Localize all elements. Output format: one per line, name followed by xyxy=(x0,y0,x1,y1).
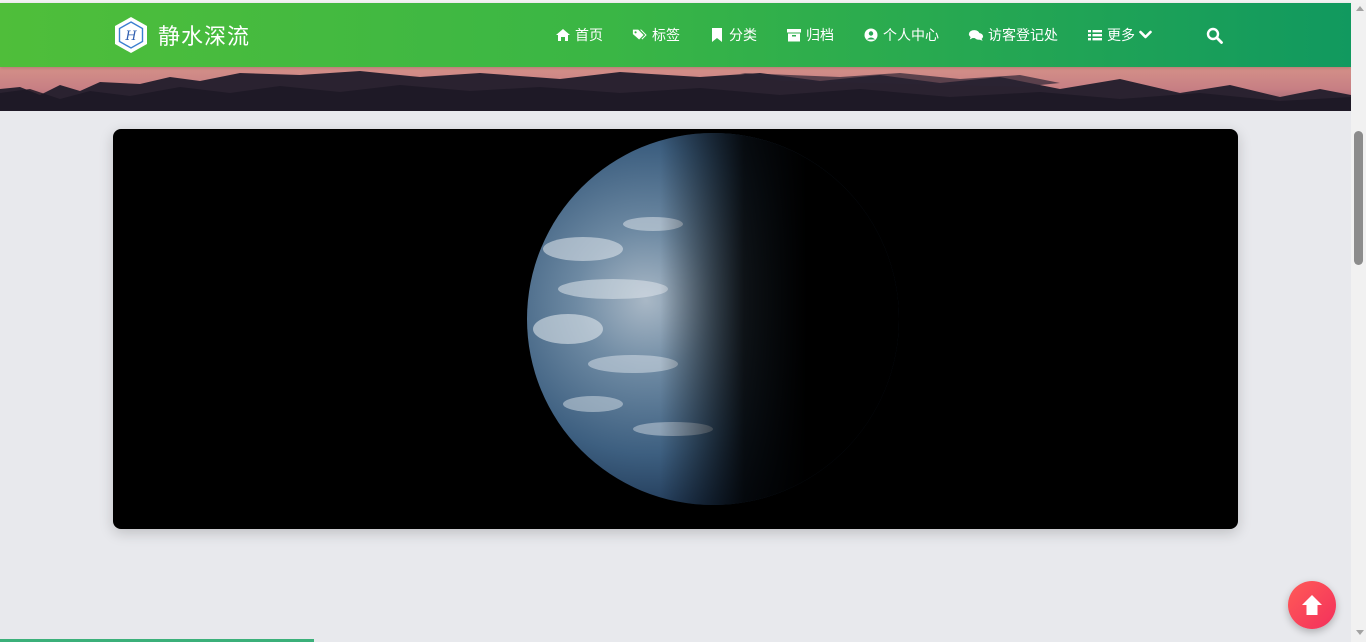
nav-item-home[interactable]: 首页 xyxy=(555,3,603,67)
hexagon-logo-icon: H xyxy=(115,17,147,53)
nav-item-more[interactable]: 更多 xyxy=(1087,3,1152,67)
nav-item-label: 首页 xyxy=(575,28,603,44)
search-icon xyxy=(1206,27,1223,44)
home-icon xyxy=(555,28,571,42)
main-nav: 首页 标签 分类 归档 个人中心 访客登记处 更多 xyxy=(555,3,1181,67)
scroll-down-arrow-icon[interactable] xyxy=(1356,630,1364,635)
nav-item-label: 分类 xyxy=(729,28,757,44)
nav-item-archive[interactable]: 归档 xyxy=(786,3,834,67)
main-feature-image xyxy=(113,129,1238,529)
nav-item-label: 更多 xyxy=(1107,28,1135,44)
archive-icon xyxy=(786,28,802,42)
search-button[interactable] xyxy=(1206,27,1224,45)
earth-from-space-image xyxy=(527,133,899,505)
bookmark-icon xyxy=(709,28,725,42)
scrollbar-thumb[interactable] xyxy=(1354,131,1363,265)
nav-item-label: 个人中心 xyxy=(883,28,939,44)
vertical-scrollbar[interactable] xyxy=(1351,3,1366,642)
tags-icon xyxy=(632,28,648,42)
comments-icon xyxy=(968,28,984,42)
nav-item-profile[interactable]: 个人中心 xyxy=(863,3,939,67)
nav-item-label: 访客登记处 xyxy=(988,28,1058,44)
scroll-up-arrow-icon[interactable] xyxy=(1356,6,1364,11)
list-icon xyxy=(1087,28,1103,42)
back-to-top-button[interactable] xyxy=(1288,581,1336,629)
nav-item-guestbook[interactable]: 访客登记处 xyxy=(968,3,1058,67)
nav-item-label: 归档 xyxy=(806,28,834,44)
svg-text:H: H xyxy=(124,29,137,44)
nav-item-categories[interactable]: 分类 xyxy=(709,3,757,67)
site-brand[interactable]: H 静水深流 xyxy=(112,16,250,54)
nav-item-label: 标签 xyxy=(652,28,680,44)
site-title: 静水深流 xyxy=(158,25,251,50)
nav-item-tags[interactable]: 标签 xyxy=(632,3,680,67)
chevron-down-icon xyxy=(1139,30,1152,40)
top-navbar: H 静水深流 首页 标签 分类 归档 个人中心 访客登记处 更多 xyxy=(0,3,1351,67)
user-circle-icon xyxy=(863,28,879,42)
arrow-up-icon xyxy=(1302,595,1322,615)
